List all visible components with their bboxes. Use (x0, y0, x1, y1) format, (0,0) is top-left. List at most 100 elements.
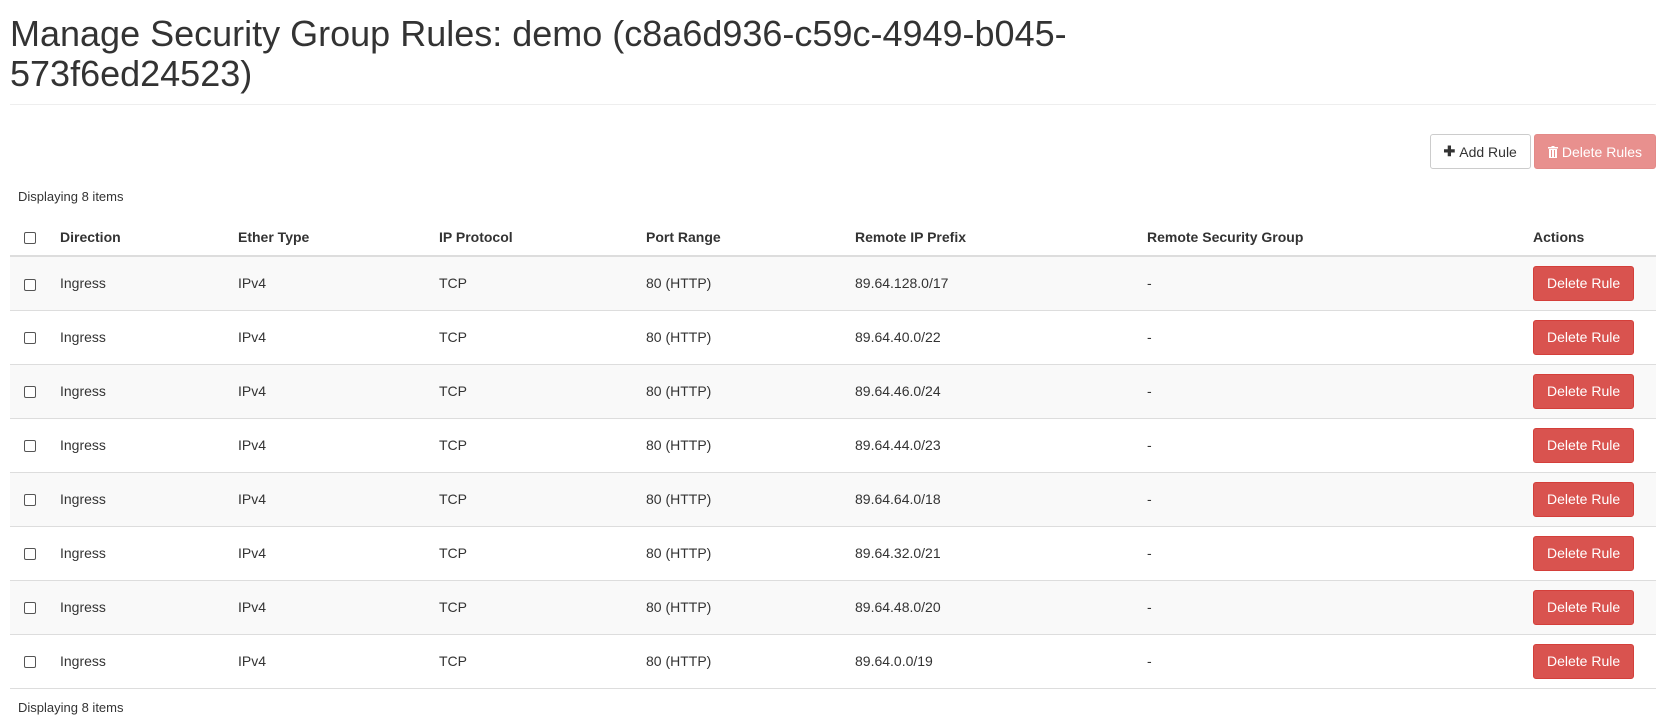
row-checkbox[interactable] (24, 548, 36, 561)
row-checkbox[interactable] (24, 494, 36, 507)
cell-ether-type: IPv4 (230, 526, 431, 581)
cell-ip-protocol: TCP (431, 310, 638, 365)
table-row: Ingress IPv4 TCP 80 (HTTP) 89.64.46.0/24… (10, 364, 1656, 419)
select-all-checkbox[interactable] (24, 231, 36, 244)
cell-remote-ip-prefix: 89.64.46.0/24 (847, 364, 1139, 419)
rules-table: Direction Ether Type IP Protocol Port Ra… (10, 218, 1656, 689)
cell-actions: Delete Rule (1533, 364, 1656, 419)
delete-rule-button[interactable]: Delete Rule (1533, 481, 1635, 517)
trash-icon (1547, 145, 1558, 158)
delete-rules-label: Delete Rules (1561, 143, 1642, 160)
cell-port-range: 80 (HTTP) (638, 310, 847, 365)
cell-remote-ip-prefix: 89.64.40.0/22 (847, 310, 1139, 365)
header-remote-ip-prefix[interactable]: Remote IP Prefix (847, 218, 1139, 257)
cell-port-range: 80 (HTTP) (638, 256, 847, 311)
row-select-cell (10, 580, 52, 635)
plus-icon: ✚ (1443, 143, 1456, 159)
cell-ip-protocol: TCP (431, 580, 638, 635)
cell-port-range: 80 (HTTP) (638, 418, 847, 473)
item-count-bottom: Displaying 8 items (18, 700, 124, 715)
table-row: Ingress IPv4 TCP 80 (HTTP) 89.64.44.0/23… (10, 418, 1656, 473)
cell-actions: Delete Rule (1533, 634, 1656, 689)
header-port-range[interactable]: Port Range (638, 218, 847, 257)
header-ip-protocol[interactable]: IP Protocol (431, 218, 638, 257)
table-row: Ingress IPv4 TCP 80 (HTTP) 89.64.48.0/20… (10, 580, 1656, 635)
table-row: Ingress IPv4 TCP 80 (HTTP) 89.64.128.0/1… (10, 256, 1656, 311)
table-row: Ingress IPv4 TCP 80 (HTTP) 89.64.64.0/18… (10, 472, 1656, 527)
cell-port-range: 80 (HTTP) (638, 364, 847, 419)
cell-ether-type: IPv4 (230, 634, 431, 689)
cell-direction: Ingress (52, 364, 230, 419)
cell-remote-security-group: - (1139, 310, 1533, 365)
row-checkbox[interactable] (24, 278, 36, 291)
cell-direction: Ingress (52, 310, 230, 365)
cell-direction: Ingress (52, 472, 230, 527)
cell-remote-ip-prefix: 89.64.0.0/19 (847, 634, 1139, 689)
cell-ip-protocol: TCP (431, 256, 638, 311)
row-select-cell (10, 256, 52, 311)
row-checkbox[interactable] (24, 602, 36, 615)
cell-ether-type: IPv4 (230, 472, 431, 527)
row-select-cell (10, 310, 52, 365)
cell-port-range: 80 (HTTP) (638, 472, 847, 527)
cell-remote-ip-prefix: 89.64.64.0/18 (847, 472, 1139, 527)
cell-remote-security-group: - (1139, 364, 1533, 419)
cell-remote-ip-prefix: 89.64.128.0/17 (847, 256, 1139, 311)
cell-ether-type: IPv4 (230, 256, 431, 311)
page-title: Manage Security Group Rules: demo (c8a6d… (10, 13, 1067, 94)
cell-ip-protocol: TCP (431, 472, 638, 527)
cell-remote-security-group: - (1139, 634, 1533, 689)
row-checkbox[interactable] (24, 656, 36, 669)
header-remote-security-group[interactable]: Remote Security Group (1139, 218, 1533, 257)
row-checkbox[interactable] (24, 440, 36, 453)
table-row: Ingress IPv4 TCP 80 (HTTP) 89.64.0.0/19 … (10, 634, 1656, 689)
cell-remote-security-group: - (1139, 418, 1533, 473)
cell-ether-type: IPv4 (230, 418, 431, 473)
page: Manage Security Group Rules: demo (c8a6d… (0, 0, 1666, 715)
cell-actions: Delete Rule (1533, 526, 1656, 581)
cell-direction: Ingress (52, 418, 230, 473)
table-body: Ingress IPv4 TCP 80 (HTTP) 89.64.128.0/1… (10, 256, 1656, 689)
header-direction[interactable]: Direction (52, 218, 230, 257)
table-actions: ✚ Add Rule Delete Rules (1429, 134, 1656, 169)
cell-port-range: 80 (HTTP) (638, 634, 847, 689)
delete-rule-button[interactable]: Delete Rule (1533, 535, 1635, 571)
cell-direction: Ingress (52, 580, 230, 635)
table-row: Ingress IPv4 TCP 80 (HTTP) 89.64.32.0/21… (10, 526, 1656, 581)
cell-remote-security-group: - (1139, 472, 1533, 527)
delete-rule-button[interactable]: Delete Rule (1533, 589, 1635, 625)
cell-remote-ip-prefix: 89.64.48.0/20 (847, 580, 1139, 635)
row-select-cell (10, 526, 52, 581)
row-checkbox[interactable] (24, 386, 36, 399)
row-select-cell (10, 634, 52, 689)
cell-actions: Delete Rule (1533, 580, 1656, 635)
delete-rule-button[interactable]: Delete Rule (1533, 643, 1635, 679)
table-row: Ingress IPv4 TCP 80 (HTTP) 89.64.40.0/22… (10, 310, 1656, 365)
page-header: Manage Security Group Rules: demo (c8a6d… (10, 0, 1656, 105)
row-checkbox[interactable] (24, 332, 36, 345)
cell-remote-ip-prefix: 89.64.44.0/23 (847, 418, 1139, 473)
add-rule-label: Add Rule (1459, 143, 1517, 160)
table-header: Direction Ether Type IP Protocol Port Ra… (10, 218, 1656, 257)
cell-actions: Delete Rule (1533, 472, 1656, 527)
cell-port-range: 80 (HTTP) (638, 526, 847, 581)
cell-remote-security-group: - (1139, 256, 1533, 311)
delete-rule-button[interactable]: Delete Rule (1533, 427, 1635, 463)
add-rule-button[interactable]: ✚ Add Rule (1429, 134, 1531, 169)
row-select-cell (10, 364, 52, 419)
header-ether-type[interactable]: Ether Type (230, 218, 431, 257)
delete-rule-button[interactable]: Delete Rule (1533, 319, 1635, 355)
delete-rules-button[interactable]: Delete Rules (1533, 134, 1656, 169)
cell-actions: Delete Rule (1533, 418, 1656, 473)
cell-remote-security-group: - (1139, 580, 1533, 635)
cell-ip-protocol: TCP (431, 526, 638, 581)
cell-direction: Ingress (52, 526, 230, 581)
delete-rule-button[interactable]: Delete Rule (1533, 373, 1635, 409)
cell-direction: Ingress (52, 256, 230, 311)
delete-rule-button[interactable]: Delete Rule (1533, 265, 1635, 301)
cell-direction: Ingress (52, 634, 230, 689)
cell-ether-type: IPv4 (230, 310, 431, 365)
cell-ip-protocol: TCP (431, 418, 638, 473)
header-actions: Actions (1533, 218, 1656, 257)
cell-ether-type: IPv4 (230, 364, 431, 419)
